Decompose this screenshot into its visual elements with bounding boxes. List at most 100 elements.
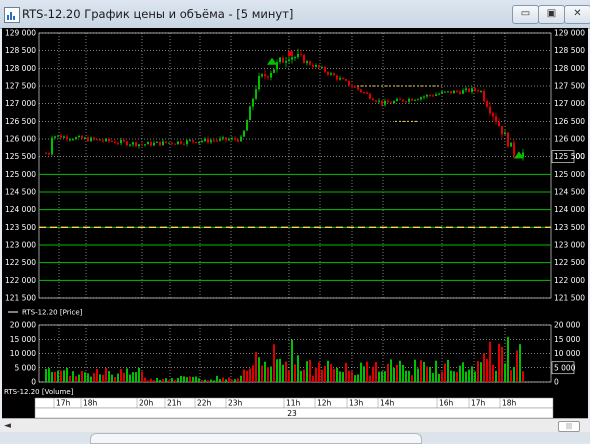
chart-window: RTS-12.20 График цены и объёма - [5 мину… — [0, 0, 590, 444]
title-bar[interactable]: RTS-12.20 График цены и объёма - [5 мину… — [0, 0, 590, 29]
price-tick-left: 127 500 — [5, 82, 36, 91]
candle-body — [354, 86, 356, 88]
candle-body — [252, 98, 254, 107]
bottom-strip — [0, 432, 590, 444]
volume-bar — [222, 377, 224, 382]
scroll-left-arrow-icon[interactable]: ◄ — [4, 421, 11, 431]
close-button[interactable]: ✕ — [564, 5, 590, 24]
candle-body — [198, 141, 200, 144]
volume-bar — [501, 346, 503, 382]
volume-bar — [45, 368, 47, 382]
candle-body — [63, 136, 65, 138]
volume-bar — [261, 365, 263, 382]
price-tick-right: 125 000 — [554, 170, 585, 179]
candle-body — [366, 92, 368, 94]
volume-bar — [219, 379, 221, 382]
time-label: 17h — [56, 399, 71, 408]
volume-bar — [303, 369, 305, 382]
candle-body — [348, 80, 350, 86]
volume-bar — [378, 371, 380, 382]
volume-tick-right: 10 000 — [554, 349, 580, 358]
time-label: 23h — [228, 399, 243, 408]
candle-body — [510, 142, 512, 147]
candle-body — [81, 135, 83, 139]
volume-bar — [483, 353, 485, 382]
volume-bar — [522, 371, 524, 382]
volume-bar — [60, 370, 62, 382]
time-label: 18h — [502, 399, 517, 408]
price-tick-left: 122 000 — [5, 276, 36, 285]
volume-bar — [123, 372, 125, 382]
time-label: 17h — [471, 399, 486, 408]
volume-bar — [324, 365, 326, 382]
volume-bar — [69, 375, 71, 382]
candle-body — [300, 53, 302, 55]
candle-body — [279, 57, 281, 63]
candle-body — [465, 88, 467, 91]
candle-body — [237, 139, 239, 142]
chart-area[interactable]: 129 000 129 000 128 500 128 500 128 000 128 0… — [2, 28, 588, 418]
volume-bar — [150, 378, 152, 382]
candle-body — [105, 138, 107, 142]
maximize-button[interactable]: ▣ — [538, 5, 565, 24]
candle-body — [207, 138, 209, 143]
volume-bar — [108, 371, 110, 382]
candle-body — [240, 136, 242, 142]
volume-bar — [228, 377, 230, 382]
candle-body — [360, 89, 362, 93]
volume-tick-right: 0 — [554, 378, 559, 387]
price-panel: 129 000 129 000 128 500 128 500 128 000 128 0… — [5, 29, 585, 317]
price-tick-left: 123 500 — [5, 223, 36, 232]
price-tick-right: 122 500 — [554, 258, 585, 267]
bottom-tab[interactable] — [90, 433, 422, 444]
chart-canvas[interactable]: 129 000 129 000 128 500 128 500 128 000 128 0… — [2, 28, 588, 418]
candle-body — [468, 88, 470, 92]
volume-bar — [426, 366, 428, 382]
volume-bar — [48, 368, 50, 382]
scroll-thumb[interactable]: ||| — [558, 421, 580, 432]
volume-tick-right: 15 000 — [554, 335, 580, 344]
minimize-button[interactable]: ▭ — [512, 5, 539, 24]
volume-bar — [441, 371, 443, 382]
volume-bar — [57, 370, 59, 382]
volume-bar — [345, 362, 347, 382]
volume-bar — [411, 375, 413, 382]
candle-body — [318, 65, 320, 68]
candle-body — [507, 132, 509, 147]
volume-bar — [393, 367, 395, 382]
current-volume-label: 5 000 — [554, 363, 576, 372]
candle-body — [93, 137, 95, 140]
candle-body — [375, 100, 377, 102]
sell-marker-icon — [288, 51, 293, 57]
price-tick-left: 123 000 — [5, 241, 36, 250]
candle-body — [204, 138, 206, 141]
buy-marker-icon — [267, 57, 277, 65]
volume-bar — [387, 363, 389, 382]
price-tick-right: 124 000 — [554, 205, 585, 214]
volume-bar — [306, 361, 308, 382]
candle-body — [372, 98, 374, 101]
volume-bar — [354, 375, 356, 382]
candle-body — [258, 76, 260, 90]
candle-body — [72, 139, 74, 141]
horizontal-scrollbar[interactable]: ◄ ||| — [2, 418, 588, 433]
volume-bar — [216, 375, 218, 382]
volume-bar — [72, 371, 74, 382]
volume-bar — [417, 368, 419, 382]
volume-bar — [438, 373, 440, 382]
candle-body — [504, 132, 506, 135]
price-tick-right: 123 000 — [554, 241, 585, 250]
volume-bar — [510, 370, 512, 382]
volume-bar — [249, 368, 251, 382]
price-tick-right: 129 000 — [554, 29, 585, 38]
candle-body — [267, 76, 269, 78]
time-label: 14h — [380, 399, 395, 408]
window-title: RTS-12.20 График цены и объёма - [5 мину… — [22, 7, 294, 21]
candle-body — [498, 122, 500, 127]
candle-body — [294, 57, 296, 59]
candle-body — [147, 141, 149, 145]
volume-bar — [372, 366, 374, 382]
candle-body — [351, 85, 353, 87]
volume-tick-left: 20 000 — [10, 321, 36, 330]
candle-body — [75, 137, 77, 140]
